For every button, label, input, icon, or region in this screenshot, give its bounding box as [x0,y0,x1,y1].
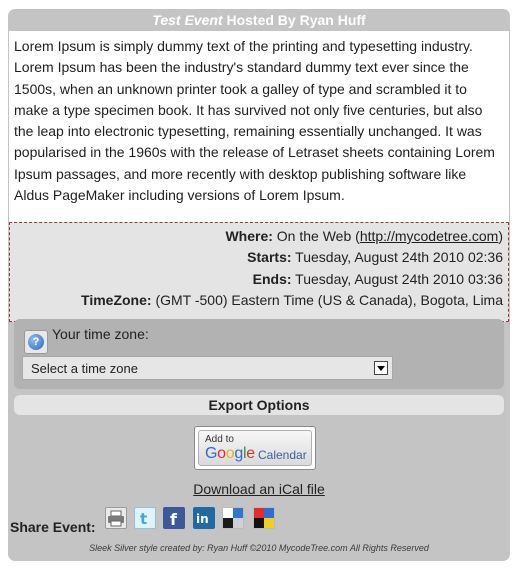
timezone-prompt: Your time zone: [52,326,149,342]
timezone-label: TimeZone: [81,291,152,308]
timezone-row: TimeZone: (GMT -500) Eastern Time (US & … [10,290,503,311]
where-value: On the Web ( [276,228,360,244]
download-ical-link[interactable]: Download an iCal file [8,481,510,497]
timezone-value: (GMT -500) Eastern Time (US & Canada), B… [155,291,503,308]
event-host: Hosted By Ryan Huff [222,12,366,28]
starts-value: Tuesday, August 24th 2010 02:36 [295,249,503,266]
ends-row: Ends: Tuesday, August 24th 2010 03:36 [10,269,503,290]
export-options-heading: Export Options [14,395,504,415]
footer-credit: Sleek Silver style created by: Ryan Huff… [89,543,429,553]
starts-label: Starts: [247,249,292,266]
help-question-icon[interactable]: ? [24,330,48,354]
facebook-icon[interactable]: f [163,507,185,529]
where-label: Where: [225,228,273,244]
where-close: ) [498,228,503,244]
ends-label: Ends: [252,270,292,287]
ends-value: Tuesday, August 24th 2010 03:36 [295,270,503,287]
svg-text:t: t [140,510,147,528]
svg-text:in: in [196,512,209,526]
where-link[interactable]: http://mycodetree.com [360,228,499,244]
event-card: Test Event Hosted By Ryan Huff Lorem Ips… [8,9,510,561]
where-row: Where: On the Web (http://mycodetree.com… [10,226,503,247]
event-description: Lorem Ipsum is simply dummy text of the … [9,31,509,222]
gcal-calendar-text: Calendar [258,448,307,462]
twitter-icon[interactable]: t [134,507,156,529]
chevron-down-icon[interactable] [374,361,388,375]
delicious-icon[interactable] [222,507,244,529]
add-to-google-calendar-button[interactable]: Add to Google Calendar [194,426,316,470]
timezone-select-value: Select a time zone [31,361,138,376]
event-details: Where: On the Web (http://mycodetree.com… [9,222,509,322]
google-calendar-badge: Add to Google Calendar [198,430,312,466]
linkedin-icon[interactable]: in [193,507,215,529]
share-event-label: Share Event: [10,519,96,535]
gcal-add-to-text: Add to [205,434,234,445]
event-title-bar: Test Event Hosted By Ryan Huff [8,9,510,31]
google-logo: Google [205,445,255,462]
event-name: Test Event [152,12,223,28]
timezone-select[interactable]: Select a time zone [22,356,393,380]
timezone-panel: ? Your time zone: Select a time zone [14,319,504,389]
starts-row: Starts: Tuesday, August 24th 2010 02:36 [10,247,503,268]
digg-icon[interactable] [253,507,275,529]
print-icon[interactable] [105,507,127,529]
svg-text:f: f [170,510,178,529]
